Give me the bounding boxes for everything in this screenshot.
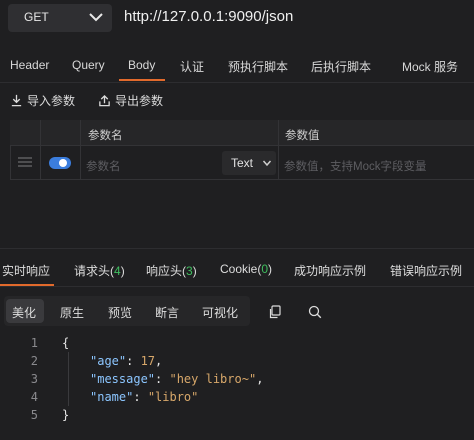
param-value-input[interactable]: 参数值，支持Mock字段变量 [284, 158, 426, 174]
chevron-down-icon[interactable] [88, 10, 104, 24]
count-badge: 0 [261, 262, 269, 276]
line-number: 4 [30, 390, 38, 404]
line-number: 1 [30, 336, 38, 350]
view-mode-assert[interactable]: 断言 [155, 304, 179, 321]
tab-header[interactable]: Header [10, 58, 49, 72]
count-badge: 4 [114, 264, 121, 278]
view-mode-preview[interactable]: 预览 [108, 304, 132, 321]
tab-request-headers[interactable]: 请求头(4) [74, 262, 125, 279]
tab-auth[interactable]: 认证 [180, 58, 204, 75]
code-line: "age": 17, [90, 354, 163, 368]
tab-mock-service[interactable]: Mock 服务 [402, 58, 458, 75]
view-mode-raw[interactable]: 原生 [60, 304, 84, 321]
tab-body[interactable]: Body [128, 58, 155, 72]
line-number: 3 [30, 372, 38, 386]
response-body: 1 2 3 4 5 { "age": 17, "message": "hey l… [0, 332, 474, 440]
divider [0, 286, 474, 287]
view-mode-visualize[interactable]: 可视化 [202, 304, 238, 321]
code-line: "name": "libro" [90, 390, 199, 404]
param-name-input[interactable]: 参数名 [86, 158, 121, 174]
column-header-value: 参数值 [285, 130, 320, 142]
method-label: GET [24, 10, 49, 24]
json-key: "message" [90, 372, 156, 386]
json-value: "libro" [147, 390, 199, 404]
divider [0, 82, 474, 83]
json-value: 17 [140, 354, 156, 368]
chevron-down-icon [262, 160, 272, 167]
code-line: { [62, 336, 70, 350]
export-params-label: 导出参数 [115, 94, 164, 108]
code-line: } [62, 408, 70, 422]
tab-success-example[interactable]: 成功响应示例 [294, 262, 366, 279]
export-icon [99, 94, 110, 107]
json-key: "name" [90, 390, 134, 404]
import-params-label: 导入参数 [27, 94, 76, 108]
tab-label: Cookie [220, 262, 258, 276]
code-line: "message": "hey libro~", [90, 372, 264, 386]
column-header-name: 参数名 [88, 130, 123, 142]
tab-pre-script[interactable]: 预执行脚本 [228, 58, 288, 75]
json-value: "hey libro~" [169, 372, 257, 386]
view-mode-pretty[interactable]: 美化 [12, 304, 36, 321]
line-number: 2 [30, 354, 38, 368]
divider [0, 248, 474, 249]
column-divider [278, 120, 279, 180]
tab-error-example[interactable]: 错误响应示例 [390, 262, 462, 279]
indent-guide [68, 352, 69, 406]
drag-handle-icon[interactable] [18, 157, 32, 167]
copy-icon[interactable] [268, 305, 282, 319]
tab-response-headers[interactable]: 响应头(3) [146, 262, 197, 279]
url-input[interactable]: http://127.0.0.1:9090/json [124, 8, 293, 25]
import-icon [11, 94, 22, 107]
tab-post-script[interactable]: 后执行脚本 [311, 58, 371, 75]
tab-label: 响应头 [146, 264, 183, 278]
search-icon[interactable] [308, 305, 322, 319]
column-divider [80, 120, 81, 180]
tab-label: 请求头 [74, 264, 111, 278]
tab-cookie[interactable]: Cookie(0) [220, 262, 272, 276]
import-params-button[interactable]: 导入参数 [10, 92, 75, 109]
param-type-label: Text [231, 156, 254, 170]
tab-query[interactable]: Query [72, 58, 105, 72]
column-divider [40, 120, 41, 180]
count-badge: 3 [186, 264, 193, 278]
json-key: "age" [90, 354, 127, 368]
export-params-button[interactable]: 导出参数 [98, 92, 163, 109]
line-number: 5 [30, 408, 38, 422]
tab-live-response[interactable]: 实时响应 [2, 262, 50, 279]
toggle-knob [59, 159, 67, 167]
active-tab-indicator [119, 79, 165, 81]
